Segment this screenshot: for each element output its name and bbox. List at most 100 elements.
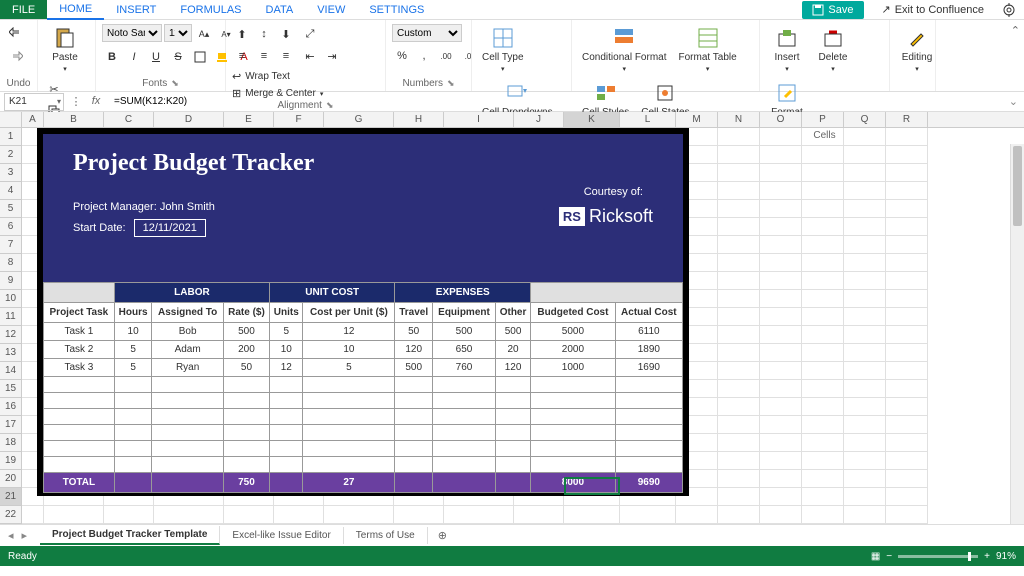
redo-button[interactable] [6, 48, 26, 68]
column-header[interactable]: G [324, 112, 394, 127]
collapse-ribbon-icon[interactable]: ⌃ [1011, 24, 1020, 37]
column-header[interactable]: M [676, 112, 718, 127]
column-header[interactable]: N [718, 112, 760, 127]
table-cell[interactable] [615, 457, 682, 473]
row-header[interactable]: 3 [0, 164, 21, 182]
table-cell[interactable]: 50 [395, 323, 433, 341]
row-header[interactable]: 14 [0, 362, 21, 380]
column-header[interactable]: K [564, 112, 620, 127]
delete-cell-button[interactable]: Delete▾ [812, 24, 854, 75]
table-cell[interactable] [433, 409, 496, 425]
table-cell[interactable] [270, 393, 303, 409]
table-cell[interactable] [433, 425, 496, 441]
table-cell[interactable] [395, 393, 433, 409]
zoom-slider[interactable] [898, 555, 978, 558]
insert-cell-button[interactable]: Insert▾ [766, 24, 808, 75]
tab-home[interactable]: HOME [47, 0, 104, 20]
row-header[interactable]: 6 [0, 218, 21, 236]
table-cell[interactable] [303, 409, 395, 425]
table-cell[interactable]: 1690 [615, 359, 682, 377]
table-cell[interactable]: 1000 [531, 359, 616, 377]
sheet-nav-first-icon[interactable]: ◂ [8, 529, 14, 542]
merge-center-button[interactable]: ⊞ Merge & Center ▾ [232, 87, 323, 100]
conditional-format-button[interactable]: Conditional Format▾ [578, 24, 670, 75]
cells-area[interactable]: Project Budget Tracker Project Manager: … [22, 128, 1024, 524]
table-cell[interactable]: 500 [433, 323, 496, 341]
align-bottom-button[interactable]: ⬇ [276, 24, 296, 44]
column-header[interactable]: L [620, 112, 676, 127]
table-cell[interactable]: 500 [223, 323, 269, 341]
table-cell[interactable] [270, 441, 303, 457]
settings-gear-icon[interactable] [994, 0, 1024, 20]
table-cell[interactable]: 5000 [531, 323, 616, 341]
undo-button[interactable] [6, 24, 26, 44]
row-header[interactable]: 7 [0, 236, 21, 254]
column-header[interactable]: D [154, 112, 224, 127]
table-cell[interactable] [495, 441, 530, 457]
editing-button[interactable]: Editing▾ [896, 24, 938, 75]
zoom-in-button[interactable]: + [984, 551, 990, 562]
table-cell[interactable]: 200 [223, 341, 269, 359]
table-cell[interactable] [615, 409, 682, 425]
formula-fx-icon[interactable]: fx [88, 95, 104, 108]
tab-formulas[interactable]: FORMULAS [168, 1, 253, 19]
row-header[interactable]: 1 [0, 128, 21, 146]
table-cell[interactable] [495, 377, 530, 393]
font-size-select[interactable]: 11 [164, 24, 192, 42]
column-header[interactable]: Q [844, 112, 886, 127]
increase-indent-button[interactable]: ⇥ [322, 46, 342, 66]
table-cell[interactable] [44, 409, 115, 425]
table-cell[interactable] [114, 393, 152, 409]
comma-button[interactable]: , [414, 46, 434, 66]
table-cell[interactable] [114, 377, 152, 393]
table-cell[interactable] [433, 377, 496, 393]
table-cell[interactable] [44, 441, 115, 457]
table-cell[interactable] [615, 425, 682, 441]
table-cell[interactable] [531, 393, 616, 409]
row-header[interactable]: 18 [0, 434, 21, 452]
table-cell[interactable]: 1890 [615, 341, 682, 359]
table-cell[interactable]: 5 [114, 359, 152, 377]
underline-button[interactable]: U [146, 47, 166, 67]
table-cell[interactable]: Ryan [152, 359, 223, 377]
table-cell[interactable] [303, 441, 395, 457]
align-middle-button[interactable]: ↕ [254, 24, 274, 44]
table-cell[interactable] [114, 409, 152, 425]
row-header[interactable]: 11 [0, 308, 21, 326]
table-cell[interactable]: Task 1 [44, 323, 115, 341]
row-header[interactable]: 12 [0, 326, 21, 344]
bold-button[interactable]: B [102, 47, 122, 67]
row-header[interactable]: 22 [0, 506, 21, 524]
save-button[interactable]: Save [802, 1, 863, 19]
sheet-tab[interactable]: Excel-like Issue Editor [220, 527, 343, 544]
row-header[interactable]: 2 [0, 146, 21, 164]
increase-decimal-button[interactable]: .00 [436, 46, 456, 66]
table-cell[interactable] [223, 409, 269, 425]
border-button[interactable] [190, 47, 210, 67]
row-header[interactable]: 17 [0, 416, 21, 434]
row-header[interactable]: 19 [0, 452, 21, 470]
align-right-button[interactable]: ≡ [276, 46, 296, 66]
align-left-button[interactable]: ≡ [232, 46, 252, 66]
table-cell[interactable]: 10 [114, 323, 152, 341]
table-cell[interactable] [615, 377, 682, 393]
table-cell[interactable] [395, 425, 433, 441]
row-header[interactable]: 9 [0, 272, 21, 290]
cell-type-button[interactable]: Cell Type▾ [478, 24, 528, 75]
strike-button[interactable]: S [168, 47, 188, 67]
name-box[interactable]: K21 [4, 93, 64, 111]
table-cell[interactable]: 500 [495, 323, 530, 341]
row-header[interactable]: 4 [0, 182, 21, 200]
table-cell[interactable] [223, 457, 269, 473]
table-cell[interactable] [270, 377, 303, 393]
table-cell[interactable]: 760 [433, 359, 496, 377]
column-header[interactable]: R [886, 112, 928, 127]
table-cell[interactable]: 12 [303, 323, 395, 341]
table-cell[interactable]: 120 [395, 341, 433, 359]
column-header[interactable]: H [394, 112, 444, 127]
table-cell[interactable]: Adam [152, 341, 223, 359]
italic-button[interactable]: I [124, 47, 144, 67]
table-cell[interactable]: 500 [395, 359, 433, 377]
table-cell[interactable]: 650 [433, 341, 496, 359]
table-cell[interactable] [44, 393, 115, 409]
